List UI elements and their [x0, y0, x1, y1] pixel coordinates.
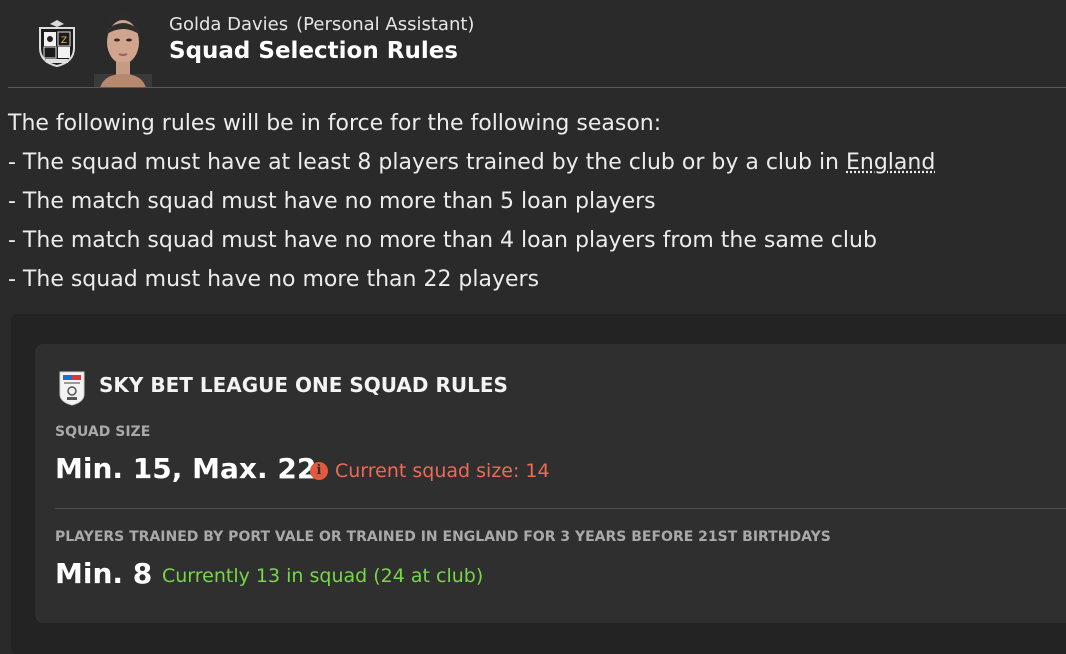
england-link[interactable]: England — [846, 150, 935, 175]
squad-size-label: SQUAD SIZE — [55, 424, 150, 440]
svg-text:Z: Z — [61, 36, 67, 46]
rule-line: - The squad must have no more than 22 pl… — [8, 260, 935, 299]
rule-line: - The match squad must have no more than… — [8, 182, 935, 221]
trained-players-status[interactable]: Currently 13 in squad (24 at club) — [162, 565, 483, 587]
league-badge-icon[interactable] — [58, 370, 86, 406]
sender-line: Golda Davies (Personal Assistant) — [169, 14, 474, 35]
trained-players-label: PLAYERS TRAINED BY PORT VALE OR TRAINED … — [55, 529, 831, 545]
club-crest-icon[interactable]: Z — [34, 18, 80, 68]
card-divider — [55, 508, 1066, 509]
trained-players-value: Min. 8 — [55, 557, 152, 590]
message-header: Z Golda Davies (Personal Assistant) Squad… — [0, 0, 1066, 88]
intro-text: The following rules will be in force for… — [8, 104, 935, 143]
sender-role: (Personal Assistant) — [296, 14, 474, 35]
assistant-avatar[interactable] — [94, 4, 152, 88]
sender-name[interactable]: Golda Davies — [169, 14, 288, 35]
header-divider — [8, 87, 1066, 88]
rule-text: - The squad must have at least 8 players… — [8, 150, 846, 175]
warning-info-icon: i — [310, 462, 328, 480]
rules-card-title: SKY BET LEAGUE ONE SQUAD RULES — [99, 373, 508, 397]
squad-size-status[interactable]: i Current squad size: 14 — [310, 460, 550, 482]
message-body: The following rules will be in force for… — [8, 104, 935, 299]
rule-line: - The match squad must have no more than… — [8, 221, 935, 260]
message-subject: Squad Selection Rules — [169, 38, 458, 64]
rule-line: - The squad must have at least 8 players… — [8, 143, 935, 182]
squad-size-value: Min. 15, Max. 22 — [55, 452, 316, 485]
squad-size-status-text: Current squad size: 14 — [335, 460, 550, 482]
